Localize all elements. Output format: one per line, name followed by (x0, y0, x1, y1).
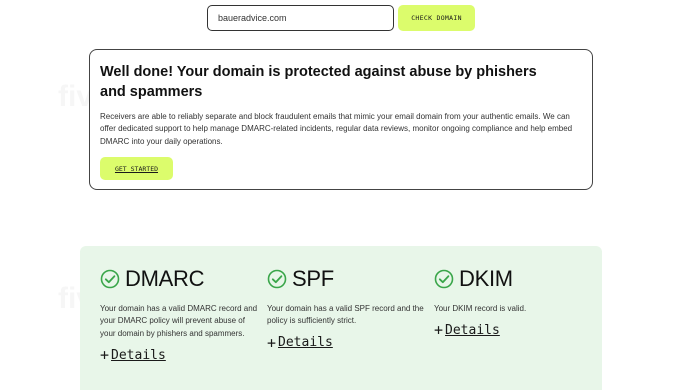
plus-icon: + (267, 333, 277, 352)
check-circle-icon (267, 269, 287, 289)
details-link[interactable]: + Details (267, 334, 427, 352)
details-label: Details (445, 322, 500, 338)
check-dmarc: DMARC Your domain has a valid DMARC reco… (100, 266, 260, 364)
details-link[interactable]: + Details (100, 346, 260, 364)
domain-search-bar: CHECK DOMAIN (207, 5, 475, 31)
check-name: DMARC (125, 266, 205, 291)
details-link[interactable]: + Details (434, 321, 594, 339)
check-header: DMARC (100, 266, 260, 292)
checks-panel: DMARC Your domain has a valid DMARC reco… (80, 246, 602, 390)
check-description: Your domain has a valid SPF record and t… (267, 304, 424, 326)
result-description: Receivers are able to reliably separate … (100, 112, 573, 146)
plus-icon: + (434, 321, 444, 340)
plus-icon: + (100, 346, 110, 365)
check-header: SPF (267, 266, 427, 292)
check-name: DKIM (459, 266, 513, 291)
check-description: Your DKIM record is valid. (434, 304, 527, 313)
check-description: Your domain has a valid DMARC record and… (100, 304, 258, 338)
check-name: SPF (292, 266, 334, 291)
details-label: Details (278, 335, 333, 351)
check-spf: SPF Your domain has a valid SPF record a… (267, 266, 427, 352)
get-started-button[interactable]: GET STARTED (100, 157, 173, 180)
check-domain-button[interactable]: CHECK DOMAIN (398, 5, 475, 31)
check-header: DKIM (434, 266, 594, 292)
domain-input[interactable] (207, 5, 394, 31)
check-circle-icon (434, 269, 454, 289)
result-card: Well done! Your domain is protected agai… (89, 49, 593, 190)
check-circle-icon (100, 269, 120, 289)
details-label: Details (111, 347, 166, 363)
check-dkim: DKIM Your DKIM record is valid. + Detail… (434, 266, 594, 339)
result-title: Well done! Your domain is protected agai… (100, 64, 537, 100)
